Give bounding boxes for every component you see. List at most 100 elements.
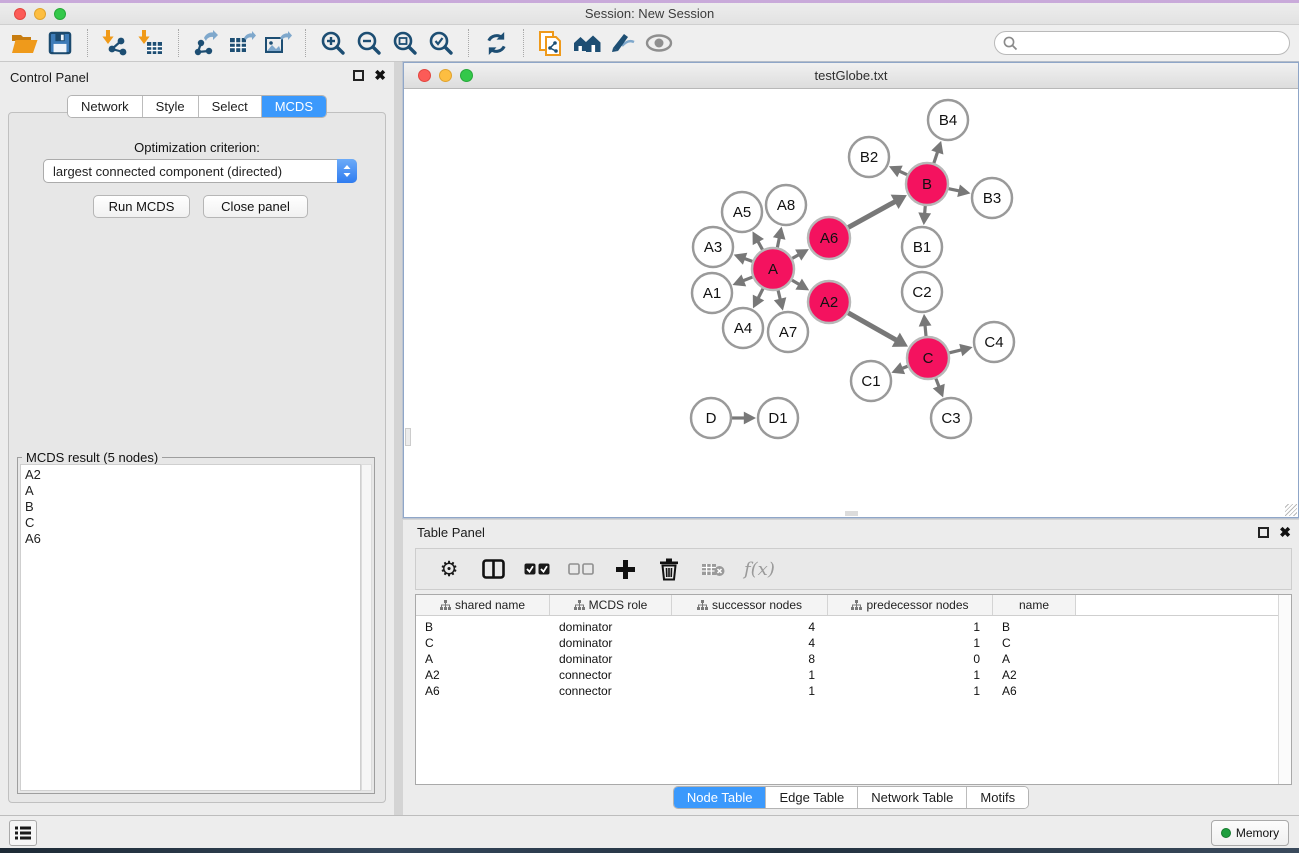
graph-edge-A-A1[interactable]	[742, 277, 752, 281]
search-input[interactable]	[1024, 36, 1289, 50]
network-canvas[interactable]: B4 B2 B B3 A5A8A6 A3 B1 A A1 C2 A2 A4A7 C4 C C1 C3 D D1	[405, 89, 1297, 516]
result-item[interactable]: A	[25, 483, 360, 499]
export-network-icon[interactable]	[188, 28, 224, 58]
column-header-name[interactable]: name	[993, 595, 1076, 615]
zoom-fit-icon[interactable]	[387, 28, 423, 58]
show-graphics-details-icon[interactable]	[641, 28, 677, 58]
table-row[interactable]: A6connector11A6	[416, 683, 1291, 699]
zoom-selected-icon[interactable]	[423, 28, 459, 58]
result-item[interactable]: A6	[25, 531, 360, 547]
close-panel-icon[interactable]: ✖	[374, 70, 386, 81]
mcds-result-list[interactable]: A2ABCA6	[20, 464, 361, 791]
graph-edge-C-C2[interactable]	[925, 325, 926, 337]
network-graph[interactable]: B4 B2 B B3 A5A8A6 A3 B1 A A1 C2 A2 A4A7 C4 C C1 C3 D D1	[405, 89, 1297, 516]
run-mcds-button[interactable]: Run MCDS	[93, 195, 190, 218]
graph-edge-A-A8[interactable]	[777, 237, 779, 247]
resize-grip[interactable]	[1285, 504, 1297, 516]
network-window-titlebar[interactable]: testGlobe.txt	[404, 63, 1298, 89]
tab-motifs[interactable]: Motifs	[967, 787, 1028, 808]
table-row[interactable]: Bdominator41B	[416, 619, 1291, 635]
table-row[interactable]: Cdominator41C	[416, 635, 1291, 651]
graph-node-B4[interactable]: B4	[928, 100, 968, 140]
duplicate-network-icon[interactable]	[533, 28, 569, 58]
add-column-icon[interactable]	[612, 556, 638, 582]
cell-name: C	[993, 636, 1076, 650]
graph-edge-B-B4[interactable]	[934, 151, 938, 163]
graph-edge-A2-C[interactable]	[848, 313, 897, 341]
clear-checks-icon[interactable]	[568, 556, 594, 582]
graph-node-B3[interactable]: B3	[972, 178, 1012, 218]
column-header-shared-name[interactable]: shared name	[416, 595, 550, 615]
canvas-scroll-mark[interactable]	[405, 428, 411, 446]
tab-style[interactable]: Style	[143, 96, 199, 117]
graph-node-A6[interactable]: A6	[808, 217, 850, 259]
close-panel-icon[interactable]: ✖	[1279, 527, 1291, 538]
zoom-in-icon[interactable]	[315, 28, 351, 58]
result-item[interactable]: C	[25, 515, 360, 531]
tab-node-table[interactable]: Node Table	[674, 787, 767, 808]
export-image-icon[interactable]	[260, 28, 296, 58]
tab-network[interactable]: Network	[68, 96, 143, 117]
graph-node-B[interactable]: B	[906, 163, 948, 205]
graph-node-C2[interactable]: C2	[902, 272, 942, 312]
save-session-icon[interactable]	[42, 28, 78, 58]
open-session-icon[interactable]	[6, 28, 42, 58]
hide-graphics-details-icon[interactable]	[605, 28, 641, 58]
split-columns-icon[interactable]	[480, 556, 506, 582]
graph-node-C3[interactable]: C3	[931, 398, 971, 438]
graph-edge-A6-B[interactable]	[848, 201, 896, 227]
graph-node-A5[interactable]: A5	[722, 192, 762, 232]
column-header-successor-nodes[interactable]: successor nodes	[672, 595, 828, 615]
import-network-icon[interactable]	[97, 28, 133, 58]
graph-edge-B-B3[interactable]	[949, 189, 961, 191]
graph-node-D1[interactable]: D1	[758, 398, 798, 438]
tab-select[interactable]: Select	[199, 96, 262, 117]
delete-column-icon[interactable]	[656, 556, 682, 582]
result-item[interactable]: B	[25, 499, 360, 515]
graph-node-A8[interactable]: A8	[766, 185, 806, 225]
import-table-icon[interactable]	[133, 28, 169, 58]
graph-node-B2[interactable]: B2	[849, 137, 889, 177]
graph-edge-A-A5[interactable]	[758, 241, 763, 250]
criterion-dropdown[interactable]: largest connected component (directed)	[43, 159, 357, 183]
graph-node-C1[interactable]: C1	[851, 361, 891, 401]
settings-gear-icon[interactable]: ⚙	[436, 556, 462, 582]
graph-node-C[interactable]: C	[907, 337, 949, 379]
export-table-icon[interactable]	[224, 28, 260, 58]
table-scrollbar[interactable]	[1278, 595, 1291, 784]
result-scrollbar[interactable]	[361, 464, 372, 791]
graph-edge-A-A7[interactable]	[778, 290, 780, 300]
graph-node-A1[interactable]: A1	[692, 273, 732, 313]
apply-layout-icon[interactable]	[478, 28, 514, 58]
result-item[interactable]: A2	[25, 467, 360, 483]
canvas-scroll-mark[interactable]	[845, 511, 858, 516]
close-panel-button[interactable]: Close panel	[203, 195, 308, 218]
tab-edge-table[interactable]: Edge Table	[766, 787, 858, 808]
zoom-out-icon[interactable]	[351, 28, 387, 58]
graph-node-A3[interactable]: A3	[693, 227, 733, 267]
float-panel-icon[interactable]	[1258, 527, 1269, 538]
select-all-checks-icon[interactable]	[524, 556, 550, 582]
graph-node-C4[interactable]: C4	[974, 322, 1014, 362]
column-header-MCDS-role[interactable]: MCDS role	[550, 595, 672, 615]
table-row[interactable]: Adominator80A	[416, 651, 1291, 667]
graph-node-D[interactable]: D	[691, 398, 731, 438]
graph-edge-A-A4[interactable]	[758, 289, 763, 299]
home-view-icon[interactable]	[569, 28, 605, 58]
function-builder-icon[interactable]: f(x)	[744, 559, 775, 580]
tab-mcds[interactable]: MCDS	[262, 96, 326, 117]
graph-node-A4[interactable]: A4	[723, 308, 763, 348]
graph-node-A[interactable]: A	[752, 248, 794, 290]
delete-table-icon[interactable]	[700, 556, 726, 582]
memory-button[interactable]: Memory	[1211, 820, 1289, 846]
tab-network-table[interactable]: Network Table	[858, 787, 967, 808]
graph-node-A2[interactable]: A2	[808, 281, 850, 323]
graph-node-A7[interactable]: A7	[768, 312, 808, 352]
table-row[interactable]: A2connector11A2	[416, 667, 1291, 683]
task-history-button[interactable]	[9, 820, 37, 846]
search-field[interactable]	[994, 31, 1290, 55]
float-panel-icon[interactable]	[353, 70, 364, 81]
graph-node-B1[interactable]: B1	[902, 227, 942, 267]
graph-edge-C-C4[interactable]	[949, 350, 962, 353]
column-header-predecessor-nodes[interactable]: predecessor nodes	[828, 595, 993, 615]
